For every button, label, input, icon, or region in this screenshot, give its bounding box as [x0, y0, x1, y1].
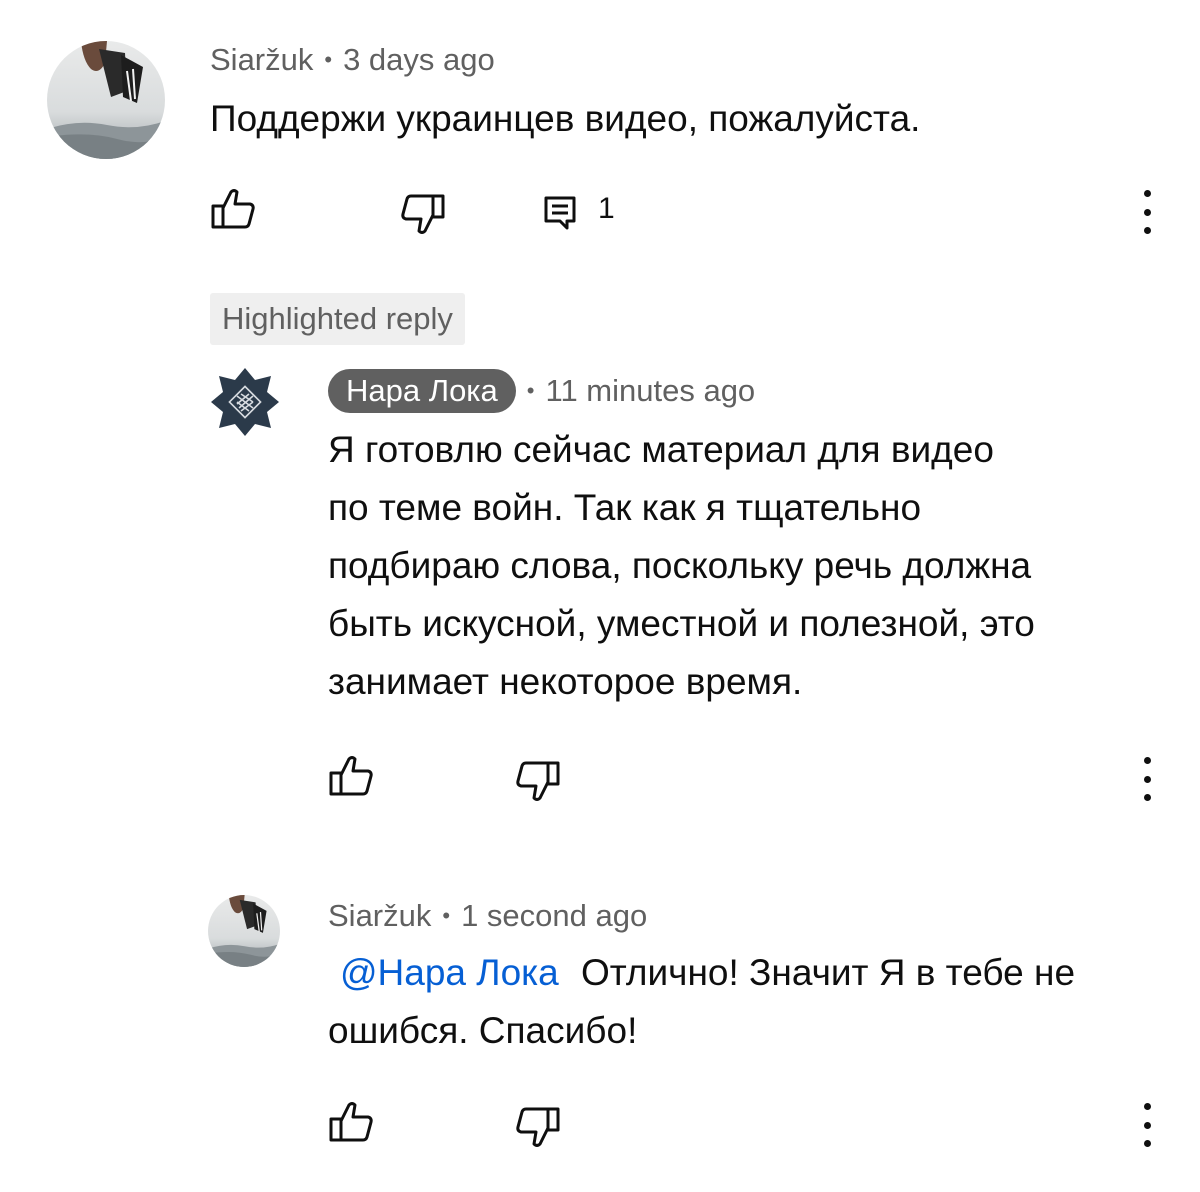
reply-text-fragment: Отлично! Значит Я в тебе не	[581, 952, 1076, 993]
reply-text-line: @Нара Лока Отлично! Значит Я в тебе не	[328, 944, 1075, 1002]
like-icon	[211, 189, 255, 229]
endless-knot-logo-icon	[211, 368, 279, 436]
dislike-button[interactable]	[515, 759, 561, 803]
avatar-photo	[47, 41, 165, 159]
reply-text-line: подбираю слова, поскольку речь должна	[328, 545, 1032, 586]
reply-meta: Siaržuk • 1 second ago	[328, 898, 647, 934]
reply-text-line: быть искусной, уместной и полезной, это	[328, 603, 1035, 644]
reply-text-line: Я готовлю сейчас материал для видео	[328, 429, 994, 470]
reply-text-line: по теме войн. Так как я тщательно	[328, 487, 922, 528]
dislike-icon	[516, 1107, 560, 1147]
channel-author-badge[interactable]: Нара Лока	[328, 369, 516, 413]
highlighted-reply-label: Highlighted reply	[210, 293, 465, 345]
reply-time[interactable]: 1 second ago	[461, 898, 647, 934]
avatar[interactable]	[47, 41, 165, 159]
like-icon	[329, 1102, 373, 1142]
channel-avatar[interactable]	[209, 366, 281, 438]
like-icon	[329, 756, 373, 796]
more-options-icon[interactable]	[1141, 190, 1153, 234]
like-button[interactable]	[328, 754, 374, 798]
dislike-icon	[516, 761, 560, 801]
meta-separator: •	[526, 378, 535, 403]
avatar-photo	[208, 895, 280, 967]
reply-text: Я готовлю сейчас материал для видео по т…	[328, 421, 1035, 711]
comment-author[interactable]: Siaržuk	[210, 42, 313, 78]
reply-meta: Нара Лока • 11 minutes ago	[328, 369, 755, 413]
comment-text: Поддержи украинцев видео, пожалуйста.	[210, 98, 921, 139]
reply-author[interactable]: Siaržuk	[328, 898, 431, 934]
reply-text-line: занимает некоторое время.	[328, 661, 803, 702]
dislike-button[interactable]	[515, 1105, 561, 1149]
replies-button[interactable]	[543, 195, 577, 231]
avatar[interactable]	[208, 895, 280, 967]
dislike-button[interactable]	[400, 192, 446, 236]
more-options-icon[interactable]	[1141, 1103, 1153, 1147]
replies-icon	[544, 196, 576, 230]
reply-text: @Нара Лока Отлично! Значит Я в тебе не о…	[328, 944, 1075, 1060]
meta-separator: •	[442, 903, 451, 928]
reply-time[interactable]: 11 minutes ago	[546, 373, 756, 409]
comment-meta: Siaržuk • 3 days ago	[210, 42, 495, 78]
meta-separator: •	[324, 47, 333, 72]
dislike-icon	[401, 194, 445, 234]
reply-count[interactable]: 1	[598, 192, 615, 226]
like-button[interactable]	[328, 1100, 374, 1144]
like-button[interactable]	[210, 187, 256, 231]
more-options-icon[interactable]	[1141, 757, 1153, 801]
reply-text-line: ошибся. Спасибо!	[328, 1010, 638, 1051]
comment-time[interactable]: 3 days ago	[343, 42, 495, 78]
mention-link[interactable]: @Нара Лока	[340, 952, 559, 993]
